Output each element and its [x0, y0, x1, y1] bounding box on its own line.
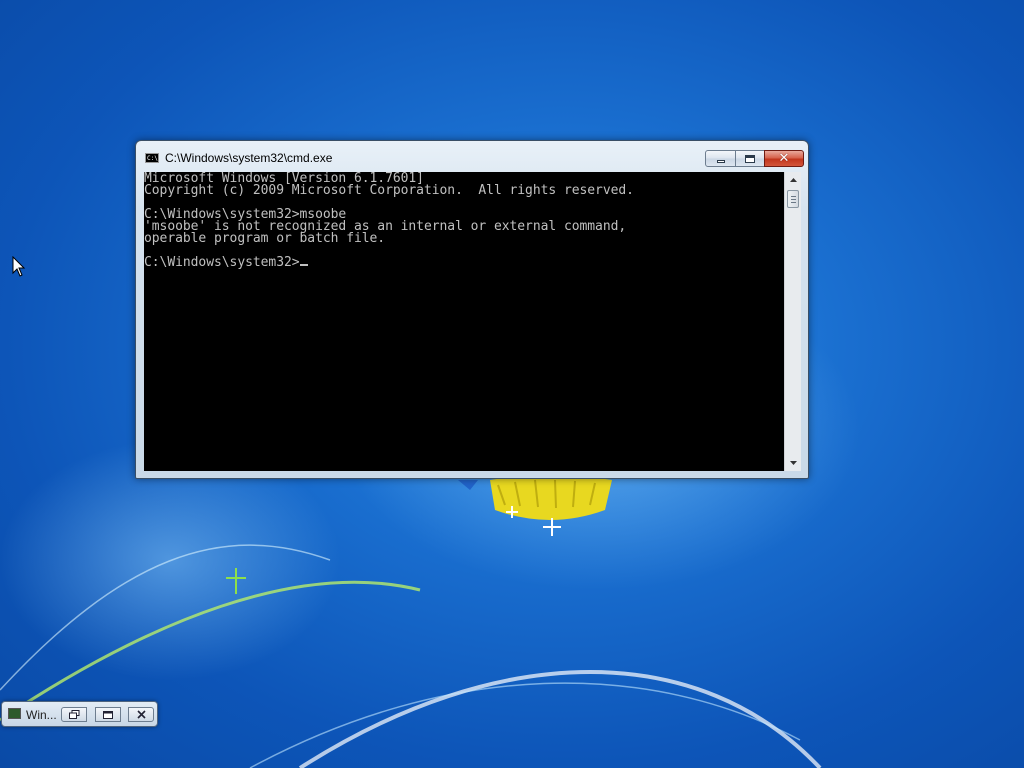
maximize-icon: [103, 710, 113, 719]
window-title: C:\Windows\system32\cmd.exe: [165, 151, 333, 165]
close-icon: ✕: [778, 151, 790, 166]
arrow-up-icon: [789, 178, 797, 182]
cmd-window[interactable]: C:\ C:\Windows\system32\cmd.exe ✕ Micros…: [135, 140, 809, 479]
scroll-thumb[interactable]: [787, 190, 799, 208]
text-cursor: [299, 264, 308, 266]
minimize-button[interactable]: [705, 150, 736, 167]
grip-line: [791, 202, 796, 203]
close-icon: [136, 710, 146, 719]
minimize-icon: [716, 159, 725, 163]
console-prompt: C:\Windows\system32>: [144, 255, 300, 270]
close-button[interactable]: ✕: [764, 150, 804, 167]
program-icon[interactable]: [8, 708, 21, 719]
maximize-icon: [745, 154, 755, 163]
console-line: operable program or batch file.: [144, 231, 386, 246]
vertical-scrollbar[interactable]: [784, 172, 801, 471]
grip-line: [791, 196, 796, 197]
cmd-icon[interactable]: C:\: [145, 153, 159, 163]
minimized-window[interactable]: Win...: [1, 701, 158, 727]
scroll-up-button[interactable]: [785, 172, 801, 188]
console-prompt-line[interactable]: C:\Windows\system32>: [144, 255, 308, 270]
restore-icon: [68, 710, 79, 719]
arrow-down-icon: [789, 461, 797, 465]
restore-button[interactable]: [61, 707, 87, 722]
close-button[interactable]: [128, 707, 154, 722]
grip-line: [791, 199, 796, 200]
minimized-window-title: Win...: [26, 708, 57, 722]
console-output[interactable]: Microsoft Windows [Version 6.1.7601] Cop…: [144, 172, 784, 471]
title-bar[interactable]: C:\ C:\Windows\system32\cmd.exe ✕: [136, 141, 808, 171]
mouse-pointer-icon: [12, 256, 26, 277]
console-line: Copyright (c) 2009 Microsoft Corporation…: [144, 183, 634, 198]
maximize-button[interactable]: [735, 150, 765, 167]
scroll-down-button[interactable]: [785, 455, 801, 471]
maximize-button[interactable]: [95, 707, 121, 722]
